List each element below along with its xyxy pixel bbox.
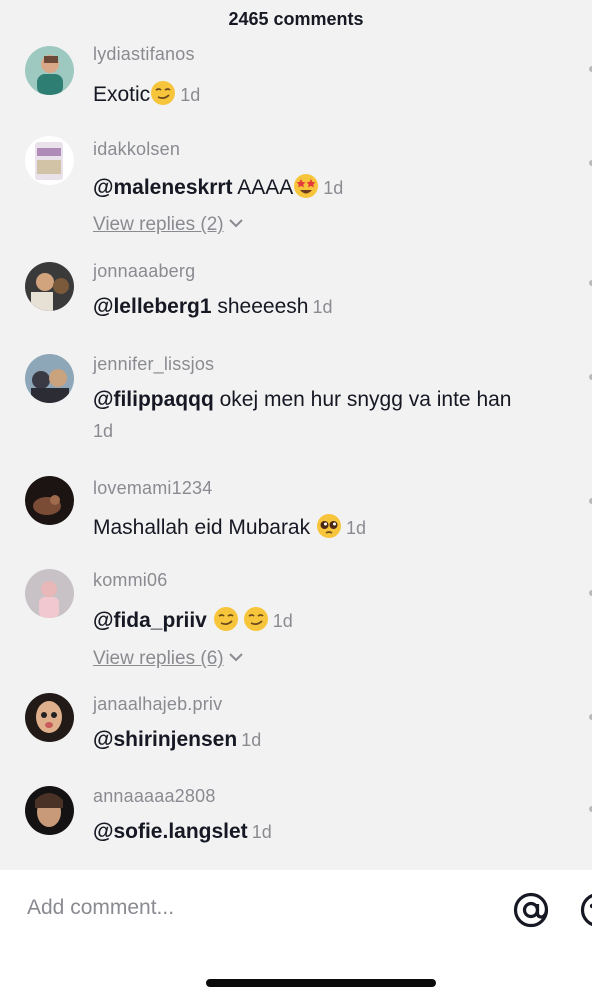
chevron-down-icon — [228, 219, 243, 228]
comment-text: @shirinjensen 1d — [93, 728, 261, 752]
comment-username[interactable]: kommi06 — [93, 570, 167, 591]
comment-time: 1d — [241, 730, 262, 750]
avatar[interactable] — [25, 46, 74, 95]
comment-body: Mashallah eid Mubarak — [93, 516, 316, 539]
comment-text: @filippaqqq okej men hur snygg va inte h… — [93, 388, 511, 412]
comment-mention[interactable]: @lelleberg1 — [93, 295, 212, 318]
comment-username[interactable]: annaaaaa2808 — [93, 786, 216, 807]
comment-mention[interactable]: @fida_priiv — [93, 609, 207, 632]
smirk-emoji-icon — [213, 607, 238, 631]
comment-username[interactable]: jennifer_lissjos — [93, 354, 214, 375]
comment-text: @fida_priiv 1d — [93, 606, 293, 633]
comment-item: jennifer_lissjos @filippaqqq okej men hu… — [0, 352, 592, 472]
home-indicator[interactable] — [206, 979, 436, 987]
view-replies-button[interactable]: View replies (6) — [93, 648, 243, 670]
comment-time: 1d — [323, 178, 344, 198]
emoji-icon[interactable] — [578, 890, 592, 930]
comment-mention[interactable]: @shirinjensen — [93, 728, 237, 751]
add-comment-input[interactable]: Add comment... — [27, 896, 174, 920]
comment-body: Exotic — [93, 83, 151, 106]
comment-item: janaalhajeb.priv @shirinjensen 1d — [0, 692, 592, 782]
view-replies-label: View replies (2) — [93, 214, 224, 235]
comment-time: 1d — [312, 297, 333, 317]
view-replies-button[interactable]: View replies (2) — [93, 214, 243, 236]
comment-time: 1d — [272, 611, 293, 631]
avatar[interactable] — [25, 693, 74, 742]
comment-body: okej men hur snygg va inte han — [213, 388, 512, 411]
comment-composer: Add comment... — [0, 870, 592, 1000]
comment-item: kommi06 @fida_priiv 1d View replies (6) — [0, 568, 592, 698]
comment-username[interactable]: lydiastifanos — [93, 44, 195, 65]
avatar[interactable] — [25, 569, 74, 618]
comment-username[interactable]: idakkolsen — [93, 139, 180, 160]
avatar[interactable] — [25, 354, 74, 403]
comment-body: AAAA — [232, 176, 294, 199]
comment-text: @maleneskrrt AAAA 1d — [93, 173, 343, 200]
avatar[interactable] — [25, 262, 74, 311]
pleading-face-emoji-icon — [316, 514, 341, 538]
comment-username[interactable]: jonnaaaberg — [93, 261, 195, 282]
comment-time: 1d — [180, 85, 201, 105]
comment-item: lydiastifanos Exotic 1d — [0, 38, 592, 128]
comment-time: 1d — [345, 518, 366, 538]
comments-count-title: 2465 comments — [228, 8, 364, 29]
comment-time: 1d — [93, 421, 114, 441]
comment-mention[interactable]: @maleneskrrt — [93, 176, 233, 199]
comment-time: 1d — [251, 822, 272, 842]
comment-mention[interactable]: @sofie.langslet — [93, 820, 248, 843]
comment-text: Mashallah eid Mubarak 1d — [93, 513, 366, 540]
comment-item: idakkolsen @maleneskrrt AAAA 1d View repl… — [0, 130, 592, 260]
comment-item: jonnaaaberg @lelleberg1 sheeeesh 1d — [0, 260, 592, 350]
comment-text: @lelleberg1 sheeeesh 1d — [93, 295, 332, 319]
chevron-down-icon — [228, 653, 243, 662]
comment-mention[interactable]: @filippaqqq — [93, 388, 214, 411]
smirk-emoji-icon — [151, 81, 176, 105]
comment-username[interactable]: lovemami1234 — [93, 478, 212, 499]
comment-item: annaaaaa2808 @sofie.langslet 1d — [0, 784, 592, 870]
star-struck-emoji-icon — [294, 174, 319, 198]
at-icon[interactable] — [511, 890, 551, 930]
comments-list[interactable]: lydiastifanos Exotic 1d idakkolsen @malen… — [0, 38, 592, 870]
view-replies-label: View replies (6) — [93, 648, 224, 669]
comment-username[interactable]: janaalhajeb.priv — [93, 694, 222, 715]
smirk-emoji-icon — [243, 607, 268, 631]
comment-text: Exotic 1d — [93, 80, 200, 107]
avatar[interactable] — [25, 136, 74, 185]
comment-body: sheeeesh — [211, 295, 309, 318]
comment-text: @sofie.langslet 1d — [93, 820, 272, 844]
comments-header: 2465 comments — [0, 0, 592, 38]
avatar[interactable] — [25, 786, 74, 835]
comment-item: lovemami1234 Mashallah eid Mubarak 1d — [0, 476, 592, 566]
avatar[interactable] — [25, 476, 74, 525]
